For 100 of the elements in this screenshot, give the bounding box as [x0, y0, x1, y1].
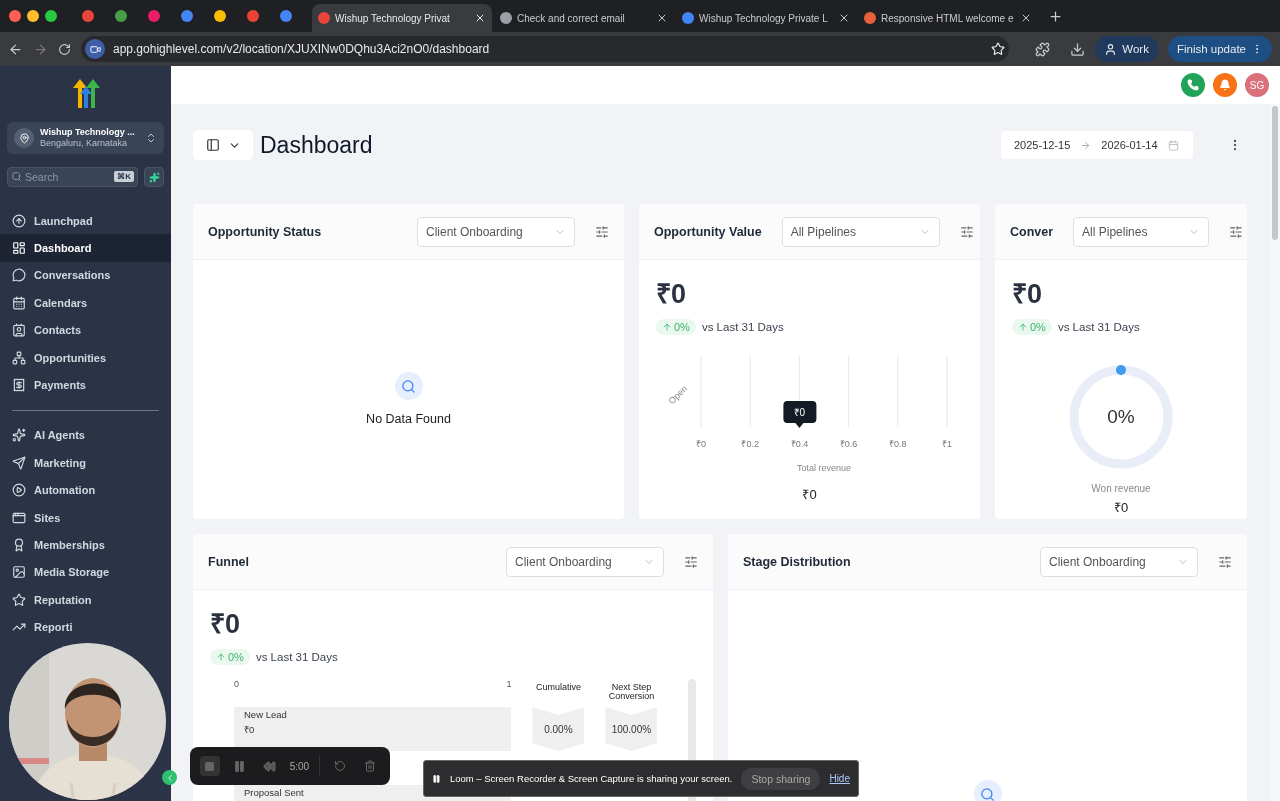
pinned-tab-icon[interactable]	[180, 10, 193, 22]
nav-item[interactable]: Reputation	[0, 586, 100, 614]
browser-tab[interactable]: Wishup Technology Privat	[312, 4, 492, 32]
back-icon[interactable]	[8, 41, 23, 57]
sparkle-icon	[148, 171, 160, 183]
axis-tick: 1	[506, 679, 512, 691]
reload-icon[interactable]	[58, 42, 71, 56]
card-title: Stage Distribution	[743, 554, 851, 569]
maximize-window-button[interactable]	[45, 10, 57, 22]
comparison-text: vs Last 31 Days	[1057, 321, 1140, 333]
nav-item[interactable]: Contacts	[0, 316, 90, 344]
pinned-tab-icon[interactable]	[279, 10, 292, 22]
search-icon	[11, 171, 22, 182]
notifications-button[interactable]	[1213, 73, 1237, 97]
pipeline-select[interactable]: All Pipelines	[781, 216, 940, 247]
bookmark-star-icon[interactable]	[991, 42, 1006, 56]
account-switcher[interactable]: Wishup Technology ... Bengaluru, Karnataka	[7, 122, 164, 154]
minimize-window-button[interactable]	[27, 10, 39, 22]
gauge-caption: Won revenue	[1091, 483, 1151, 494]
tick-label: ₹0.4	[790, 439, 809, 449]
close-icon[interactable]	[656, 12, 668, 24]
nav-item[interactable]: Reporti	[0, 613, 81, 641]
favicon-icon	[682, 12, 694, 24]
address-bar[interactable]: app.gohighlevel.com/v2/location/XJUXINw0DQhu3Aci2nO0/dashboard	[81, 36, 1010, 62]
new-tab-icon[interactable]	[1048, 8, 1063, 24]
trash-icon	[364, 760, 377, 772]
pinned-tab-icon[interactable]	[246, 10, 259, 22]
change-badge: 0%	[1012, 319, 1052, 335]
chevrons-icon	[145, 132, 157, 144]
favicon-icon	[864, 12, 876, 24]
layout-toggle-button[interactable]	[193, 130, 253, 160]
sliders-icon	[684, 554, 698, 569]
pause-icon	[432, 773, 441, 784]
pause-icon	[233, 759, 247, 773]
nav-item[interactable]: Dashboard	[0, 234, 171, 262]
pipeline-select[interactable]: Client Onboarding	[1040, 546, 1198, 577]
browser-tab[interactable]: Wishup Technology Private L	[676, 4, 856, 32]
nav-item[interactable]: Automation	[0, 476, 104, 504]
nav-item[interactable]: Opportunities	[0, 343, 115, 372]
forward-icon[interactable]	[33, 41, 48, 57]
axis-tick: 0	[234, 679, 239, 691]
stop-button[interactable]	[200, 756, 220, 776]
sliders-icon	[1229, 224, 1244, 239]
pinned-tab-icon[interactable]	[114, 10, 127, 22]
close-icon[interactable]	[474, 12, 486, 24]
stage-name: New Lead	[244, 709, 288, 720]
play-circle-icon	[12, 483, 26, 498]
nav-item[interactable]: Sites	[0, 503, 69, 532]
update-button[interactable]: Finish update	[1167, 36, 1272, 62]
ai-button[interactable]	[144, 167, 164, 187]
stop-icon	[205, 761, 215, 771]
profile-button[interactable]: Work	[1095, 36, 1158, 62]
pipeline-select[interactable]: Client Onboarding	[417, 216, 575, 247]
nav-item[interactable]: Media Storage	[0, 558, 118, 587]
nav-item[interactable]: AI Agents	[0, 421, 93, 450]
nav-item[interactable]: Conversations	[0, 261, 119, 290]
won-value: ₹0	[1113, 499, 1129, 516]
total-value: ₹0	[802, 486, 817, 503]
empty-state-text: No Data Found	[366, 412, 451, 426]
gauge-marker-dot	[1116, 365, 1126, 375]
arrow-up-icon	[1018, 322, 1028, 332]
stage-value: ₹0	[244, 723, 256, 736]
search-icon	[394, 372, 423, 400]
pinned-tab-icon[interactable]	[213, 10, 226, 22]
browser-tab[interactable]: Check and correct email	[494, 4, 674, 32]
panel-icon	[205, 138, 220, 152]
award-icon	[12, 538, 26, 552]
send-icon	[12, 455, 26, 470]
arrow-up-icon	[216, 652, 226, 662]
phone-button[interactable]	[1181, 73, 1205, 97]
person-icon	[1104, 42, 1118, 56]
browser-tab[interactable]: Responsive HTML welcome e	[858, 4, 1038, 32]
hide-link[interactable]: Hide	[829, 773, 850, 784]
close-window-button[interactable]	[9, 10, 21, 22]
chat-bubble-icon	[12, 268, 26, 283]
share-message: Loom – Screen Recorder & Screen Capture is sharing your screen.	[449, 773, 733, 784]
nav-item[interactable]: Marketing	[0, 449, 94, 477]
stop-sharing-button[interactable]: Stop sharing	[741, 767, 821, 790]
close-icon[interactable]	[1020, 12, 1032, 24]
sliders-icon	[1218, 554, 1232, 569]
amount-value: ₹0	[1012, 278, 1044, 311]
dashboard-icon	[12, 241, 26, 256]
sliders-icon	[595, 224, 609, 239]
nav-item[interactable]: Memberships	[0, 531, 113, 559]
tick-label: ₹0.6	[839, 439, 858, 449]
pinned-tab-icon[interactable]	[81, 10, 94, 22]
nav-item[interactable]: Payments	[0, 371, 94, 399]
close-icon[interactable]	[838, 12, 850, 24]
pipeline-select[interactable]: Client Onboarding	[506, 546, 664, 577]
extensions-icon[interactable]	[1035, 41, 1051, 57]
date-range-picker[interactable]: 2025-12-15 2026-01-14	[1001, 131, 1193, 159]
nav-item[interactable]: Launchpad	[0, 207, 101, 235]
column-header: Next Step Conversion	[607, 681, 656, 703]
scrollbar[interactable]	[1270, 104, 1280, 801]
pipeline-select[interactable]: All Pipelines	[1073, 216, 1210, 247]
account-name: Wishup Technology ...	[40, 127, 136, 138]
nav-item[interactable]: Calendars	[0, 289, 96, 317]
change-badge: 0%	[656, 319, 696, 335]
amount-value: ₹0	[210, 608, 242, 641]
download-icon[interactable]	[1070, 41, 1086, 57]
